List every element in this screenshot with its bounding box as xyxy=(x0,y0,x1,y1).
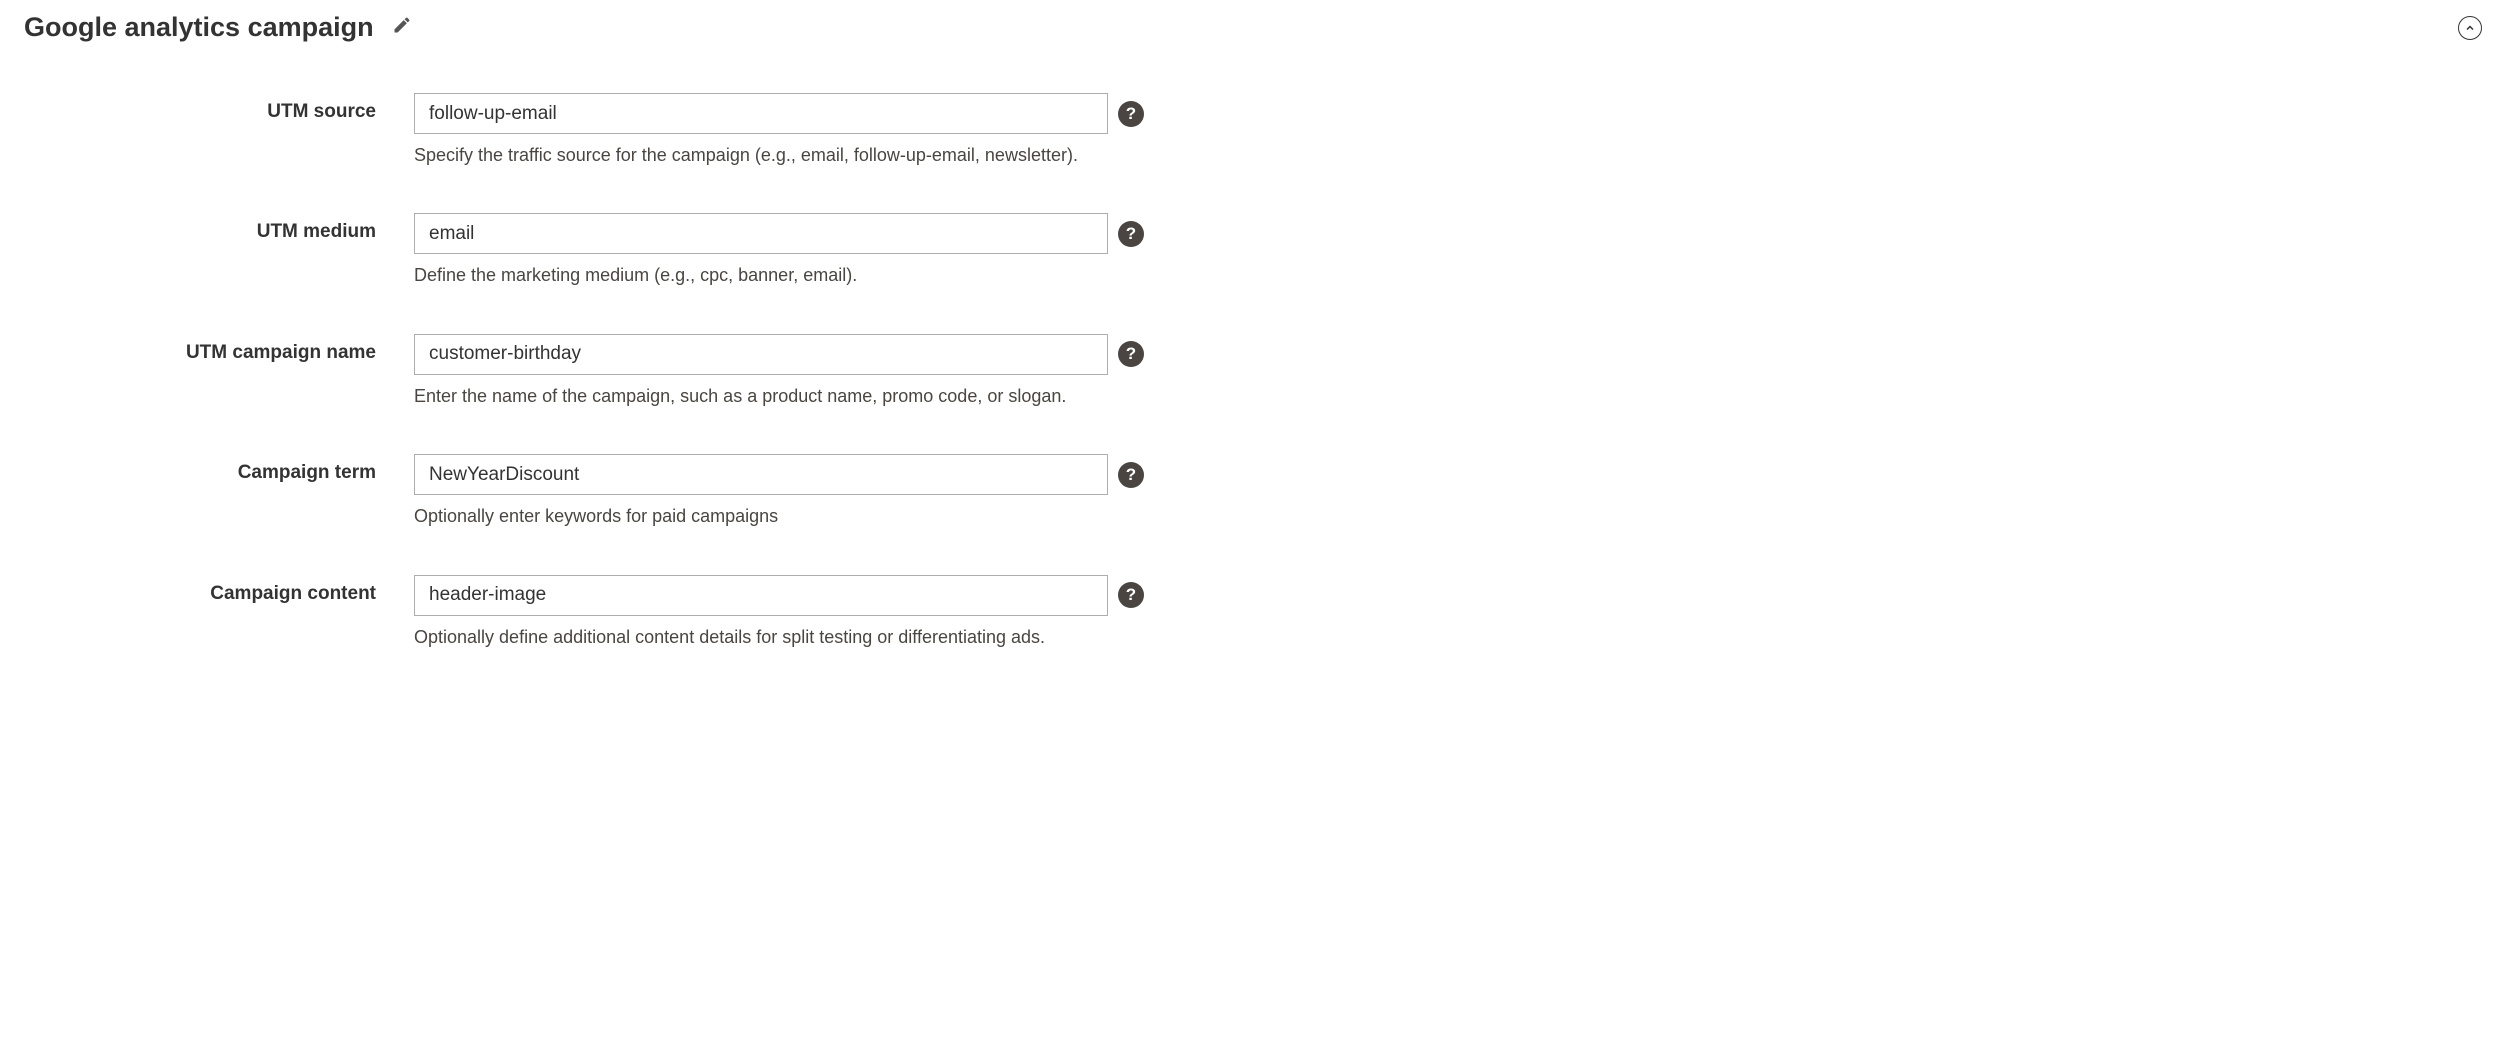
form-container: UTM source ? Specify the traffic source … xyxy=(24,93,2490,649)
field-campaign-term: Campaign term ? Optionally enter keyword… xyxy=(24,454,2490,528)
field-utm-campaign: UTM campaign name ? Enter the name of th… xyxy=(24,334,2490,408)
utm-campaign-input[interactable] xyxy=(414,334,1108,375)
utm-campaign-hint: Enter the name of the campaign, such as … xyxy=(414,385,1144,408)
help-icon[interactable]: ? xyxy=(1118,462,1144,488)
field-utm-source: UTM source ? Specify the traffic source … xyxy=(24,93,2490,167)
collapse-toggle[interactable] xyxy=(2458,16,2482,40)
input-wrap: ? xyxy=(414,213,1144,254)
campaign-content-label: Campaign content xyxy=(24,575,414,605)
campaign-term-hint: Optionally enter keywords for paid campa… xyxy=(414,505,1144,528)
input-wrap: ? xyxy=(414,454,1144,495)
field-campaign-content: Campaign content ? Optionally define add… xyxy=(24,575,2490,649)
help-icon[interactable]: ? xyxy=(1118,221,1144,247)
utm-source-input[interactable] xyxy=(414,93,1108,134)
input-column: ? Specify the traffic source for the cam… xyxy=(414,93,1144,167)
utm-source-hint: Specify the traffic source for the campa… xyxy=(414,144,1144,167)
input-wrap: ? xyxy=(414,334,1144,375)
campaign-term-input[interactable] xyxy=(414,454,1108,495)
utm-medium-label: UTM medium xyxy=(24,213,414,243)
section-header: Google analytics campaign xyxy=(24,12,2490,43)
utm-campaign-label: UTM campaign name xyxy=(24,334,414,364)
section-title: Google analytics campaign xyxy=(24,12,374,43)
help-icon[interactable]: ? xyxy=(1118,101,1144,127)
help-icon[interactable]: ? xyxy=(1118,582,1144,608)
help-icon[interactable]: ? xyxy=(1118,341,1144,367)
header-left: Google analytics campaign xyxy=(24,12,412,43)
input-column: ? Define the marketing medium (e.g., cpc… xyxy=(414,213,1144,287)
input-column: ? Optionally define additional content d… xyxy=(414,575,1144,649)
campaign-content-hint: Optionally define additional content det… xyxy=(414,626,1144,649)
campaign-content-input[interactable] xyxy=(414,575,1108,616)
input-wrap: ? xyxy=(414,93,1144,134)
input-wrap: ? xyxy=(414,575,1144,616)
input-column: ? Optionally enter keywords for paid cam… xyxy=(414,454,1144,528)
utm-medium-input[interactable] xyxy=(414,213,1108,254)
input-column: ? Enter the name of the campaign, such a… xyxy=(414,334,1144,408)
field-utm-medium: UTM medium ? Define the marketing medium… xyxy=(24,213,2490,287)
utm-source-label: UTM source xyxy=(24,93,414,123)
edit-icon[interactable] xyxy=(392,15,412,40)
utm-medium-hint: Define the marketing medium (e.g., cpc, … xyxy=(414,264,1144,287)
campaign-term-label: Campaign term xyxy=(24,454,414,484)
